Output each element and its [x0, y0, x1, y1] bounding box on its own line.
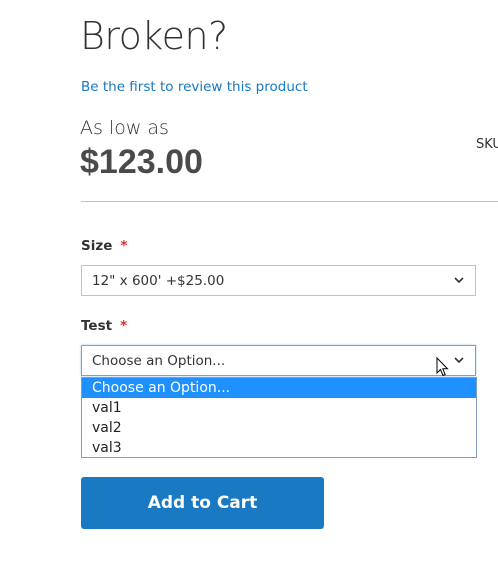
- test-select-value: Choose an Option...: [92, 353, 226, 369]
- test-dropdown-list: Choose an Option... val1 val2 val3: [81, 377, 477, 458]
- test-select[interactable]: Choose an Option...: [81, 345, 476, 376]
- divider: [81, 201, 498, 202]
- size-select[interactable]: 12" x 600' +$25.00: [81, 265, 476, 296]
- dropdown-option[interactable]: Choose an Option...: [82, 378, 476, 398]
- mouse-cursor-icon: [436, 357, 449, 377]
- required-mark: *: [120, 238, 128, 254]
- product-price: $123.00: [80, 143, 203, 181]
- size-label-text: Size: [81, 238, 113, 254]
- product-title: Broken?: [80, 14, 228, 58]
- add-to-cart-button[interactable]: Add to Cart: [81, 477, 324, 529]
- size-select-value: 12" x 600' +$25.00: [92, 273, 225, 289]
- required-mark: *: [120, 318, 128, 334]
- dropdown-option[interactable]: val1: [82, 398, 476, 418]
- test-label: Test *: [81, 318, 127, 334]
- as-low-as-label: As low as: [80, 117, 169, 139]
- review-link[interactable]: Be the first to review this product: [81, 79, 308, 95]
- size-label: Size *: [81, 238, 127, 254]
- chevron-down-icon: [454, 277, 464, 284]
- test-label-text: Test: [81, 318, 113, 334]
- dropdown-option[interactable]: val2: [82, 418, 476, 438]
- chevron-down-icon: [454, 357, 464, 364]
- sku-label: SKU: [476, 137, 498, 152]
- dropdown-option[interactable]: val3: [82, 438, 476, 458]
